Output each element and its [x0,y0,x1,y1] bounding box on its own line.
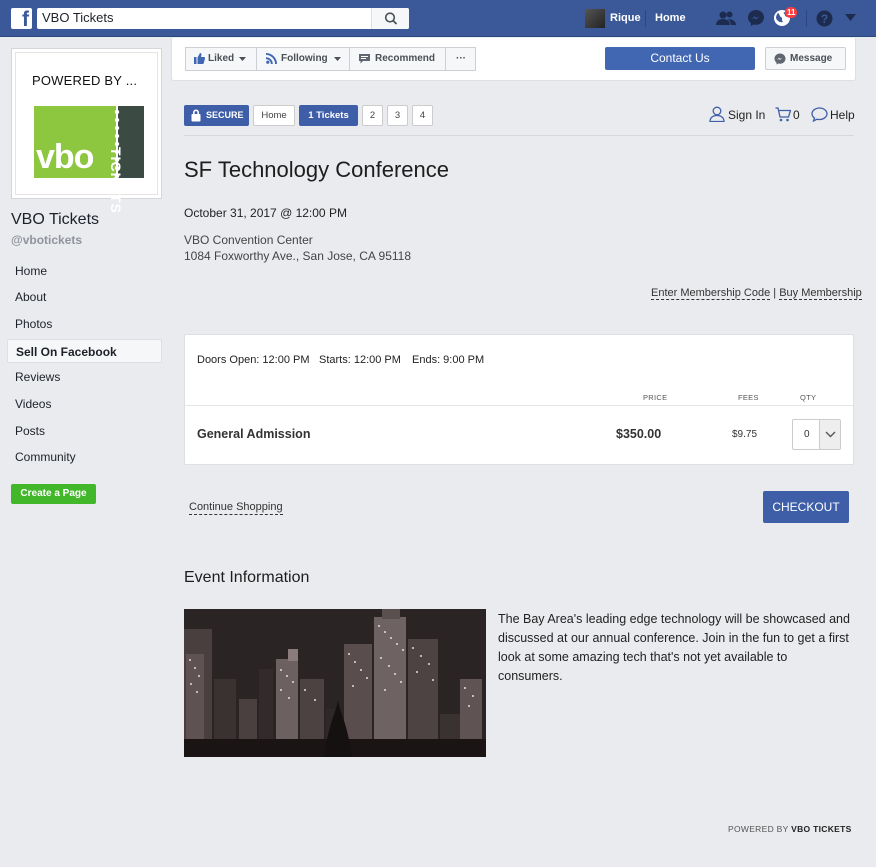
search-icon [384,12,398,25]
event-title: SF Technology Conference [184,157,449,182]
start-time: Starts: 12:00 PM [319,354,401,366]
cart-count[interactable]: 0 [793,107,800,123]
membership-links: Enter Membership Code | Buy Membership [651,287,862,300]
footer-prefix: POWERED BY [728,824,789,834]
membership-separator: | [773,287,777,299]
messenger-small-icon [774,53,786,65]
nav-divider [645,10,646,27]
quantity-dropdown-button[interactable] [819,420,840,449]
liked-button[interactable]: Liked [186,48,256,70]
svg-text:?: ? [821,12,828,26]
user-name-link[interactable]: Rique [610,12,641,24]
ticket-selection-card: Doors Open: 12:00 PM Starts: 12:00 PM En… [184,334,854,465]
event-city-skyline-image [184,609,486,757]
profile-picture: POWERED BY ... vbo TICKETS [15,52,158,214]
qty-column-header: QTY [800,393,817,402]
following-button[interactable]: Following [257,48,349,70]
card-divider [185,405,853,406]
account-dropdown-icon[interactable] [845,14,856,22]
help-question-icon[interactable]: ? [816,10,833,27]
vbo-logo-text: vbo [36,138,94,176]
cart-icon[interactable] [775,107,791,122]
sidebar-item-reviews[interactable]: Reviews [7,365,162,389]
step-tickets[interactable]: 1 Tickets [299,105,358,126]
lock-icon [191,109,201,122]
step-3[interactable]: 3 [387,105,408,126]
event-information-heading: Event Information [184,569,310,586]
chevron-down-icon [825,431,836,438]
step-home[interactable]: Home [253,105,295,126]
sign-in-link[interactable]: Sign In [728,107,765,123]
sidebar-item-about[interactable]: About [7,285,162,309]
message-button[interactable]: Message [765,47,846,70]
friend-requests-icon[interactable] [716,10,736,26]
page-handle[interactable]: @vbotickets [11,233,82,247]
secure-badge: SECURE [184,105,249,126]
sidebar-item-photos[interactable]: Photos [7,312,162,336]
page-actions-group: Liked Following Recommend ··· [185,47,476,71]
sidebar-item-community[interactable]: Community [7,445,162,469]
price-column-header: PRICE [643,393,668,402]
facebook-top-bar: f Rique Home 11 ? [0,0,876,37]
facebook-logo-icon[interactable]: f [11,8,32,31]
profile-picture-box[interactable]: POWERED BY ... vbo TICKETS [11,48,162,214]
footer-brand[interactable]: VBO TICKETS [791,824,851,834]
user-icon[interactable] [709,106,725,122]
user-avatar[interactable] [585,9,605,28]
search-box [37,8,409,29]
nav-divider [806,10,807,27]
sidebar-item-home[interactable]: Home [7,259,162,283]
rss-icon [266,53,277,64]
recommend-button[interactable]: Recommend [350,48,445,70]
vbo-logo-side-text: TICKETS [108,147,124,214]
venue-address: 1084 Foxworthy Ave., San Jose, CA 95118 [184,249,412,263]
doors-open-time: Doors Open: 12:00 PM [197,354,310,366]
event-date: October 31, 2017 @ 12:00 PM [184,206,347,220]
following-dropdown-icon [334,57,341,61]
liked-dropdown-icon [239,57,246,61]
quantity-select[interactable]: 0 [792,419,841,450]
end-time: Ends: 9:00 PM [412,354,485,366]
search-input[interactable] [42,10,362,25]
continue-shopping-link[interactable]: Continue Shopping [189,501,283,515]
help-chat-icon[interactable] [811,107,828,122]
step-4[interactable]: 4 [412,105,433,126]
footer-powered-by: POWERED BY VBO TICKETS [728,824,852,834]
step-2[interactable]: 2 [362,105,383,126]
event-description: The Bay Area's leading edge technology w… [498,612,850,683]
home-link[interactable]: Home [655,12,686,24]
more-options-button[interactable]: ··· [446,48,476,70]
fees-column-header: FEES [738,393,759,402]
messenger-icon[interactable] [747,9,765,27]
city-skyline-illustration [184,609,486,757]
ticket-type-name: General Admission [197,427,311,441]
sidebar-item-videos[interactable]: Videos [7,392,162,416]
recommend-icon [359,54,370,64]
venue-name: VBO Convention Center [184,233,313,247]
quantity-value: 0 [804,429,810,440]
page-name[interactable]: VBO Tickets [11,211,99,229]
contact-us-button[interactable]: Contact Us [605,47,755,70]
thumbs-up-icon [194,53,205,64]
create-page-button[interactable]: Create a Page [11,484,96,504]
sidebar-item-posts[interactable]: Posts [7,419,162,443]
page-action-bar: Liked Following Recommend ··· Contact Us… [171,38,856,81]
checkout-button[interactable]: CHECKOUT [763,491,849,523]
ticket-price: $350.00 [616,427,662,441]
header-divider [184,135,854,136]
help-link[interactable]: Help [830,107,855,123]
sidebar-item-sell-on-facebook[interactable]: Sell On Facebook [7,339,162,363]
enter-membership-code-link[interactable]: Enter Membership Code [651,287,771,300]
powered-by-text: POWERED BY ... [32,73,138,88]
search-button[interactable] [371,8,409,29]
ticket-fee: $9.75 [732,429,758,440]
notification-badge: 11 [785,7,798,18]
buy-membership-link[interactable]: Buy Membership [779,287,862,300]
